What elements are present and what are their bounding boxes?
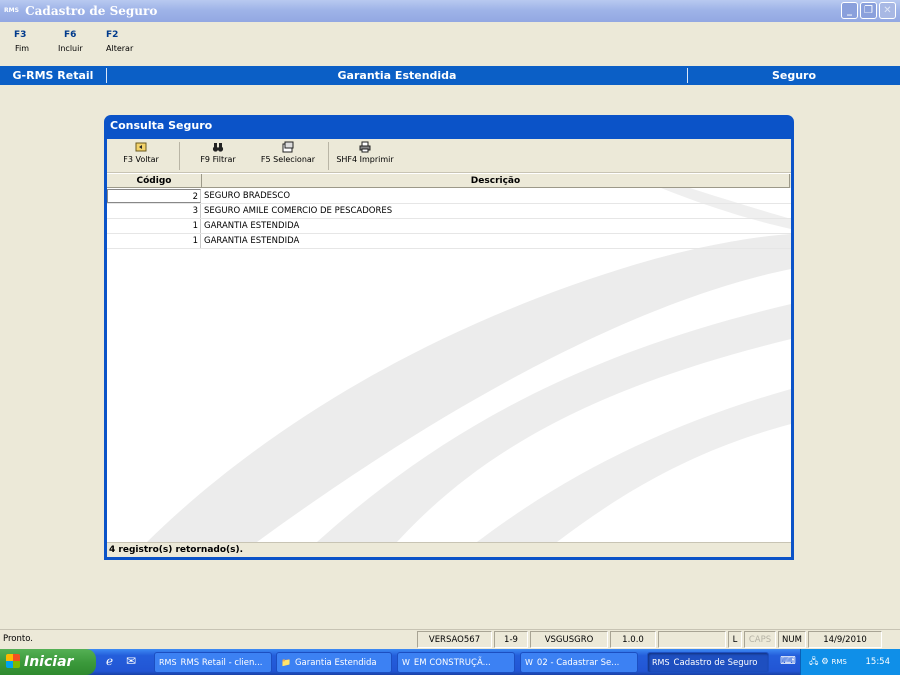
- cell-descricao: SEGURO AMILE COMERCIO DE PESCADORES: [204, 206, 393, 216]
- fkey-code: F2: [106, 30, 119, 40]
- dialog-body: F3 Voltar F9 Filtrar F5 Selecionar SHF4 …: [107, 139, 791, 557]
- results-grid[interactable]: Código Descrição 2 SEGURO BRADESCO 3 SEG…: [107, 174, 791, 542]
- table-row[interactable]: 1 GARANTIA ESTENDIDA: [107, 219, 791, 234]
- select-icon: [255, 141, 321, 155]
- back-icon: [113, 141, 169, 155]
- cell-descricao: GARANTIA ESTENDIDA: [204, 236, 300, 246]
- rms-app-icon: RMS: [4, 7, 19, 14]
- table-row[interactable]: 3 SEGURO AMILE COMERCIO DE PESCADORES: [107, 204, 791, 219]
- status-panel-build: 1.0.0: [610, 631, 656, 648]
- taskbar-item-rms-retail[interactable]: RMS RMS Retail - clien...: [154, 652, 272, 673]
- grid-header: Código Descrição: [107, 174, 791, 188]
- cell-codigo: 1: [107, 234, 201, 248]
- restore-button[interactable]: ❐: [860, 2, 877, 19]
- cell-descricao: SEGURO BRADESCO: [204, 191, 291, 201]
- cell-codigo: 2: [107, 189, 201, 203]
- windows-taskbar: Iniciar ℯ ✉ RMS RMS Retail - clien... 📁 Ga…: [0, 649, 900, 675]
- toolbar-label: F5 Selecionar: [260, 155, 316, 164]
- window-title-bar[interactable]: RMS Cadastro de Seguro _ ❐ ✕: [0, 0, 900, 22]
- status-panel-version: VERSAO567: [417, 631, 492, 648]
- printer-icon: [333, 141, 397, 155]
- fkey-label: Fim: [15, 44, 30, 53]
- internet-explorer-icon[interactable]: ℯ: [106, 654, 113, 668]
- status-panel-range: 1-9: [494, 631, 528, 648]
- status-panel-program: VSGUSGRO: [530, 631, 608, 648]
- rms-app-icon: RMS: [652, 658, 670, 667]
- clock[interactable]: 15:54: [866, 649, 891, 675]
- fkey-label: Alterar: [106, 44, 134, 53]
- taskbar-item-cadastro-de-seguro[interactable]: RMS Cadastro de Seguro: [647, 652, 769, 673]
- toolbar-separator: [179, 142, 180, 170]
- fkey-fim-button[interactable]: F3 Fim: [0, 30, 45, 62]
- task-label: Garantia Estendida: [294, 658, 377, 668]
- table-row[interactable]: 2 SEGURO BRADESCO: [107, 189, 791, 204]
- start-button[interactable]: Iniciar: [0, 649, 96, 675]
- screen-name: Seguro: [771, 69, 817, 82]
- product-name: G-RMS Retail: [12, 69, 94, 82]
- fkey-code: F6: [64, 30, 77, 40]
- status-panel-l: L: [728, 631, 742, 648]
- status-message: Pronto.: [3, 634, 33, 644]
- application-status-bar: Pronto. VERSAO567 1-9 VSGUSGRO 1.0.0 L C…: [0, 629, 900, 648]
- task-label: EM CONSTRUÇÃ...: [413, 658, 491, 668]
- cell-codigo: 3: [107, 204, 201, 218]
- rms-app-icon: RMS: [159, 658, 177, 667]
- fkey-code: F3: [14, 30, 27, 40]
- dialog-toolbar: F3 Voltar F9 Filtrar F5 Selecionar SHF4 …: [107, 139, 791, 173]
- window-title: Cadastro de Seguro: [25, 4, 158, 18]
- voltar-button[interactable]: F3 Voltar: [113, 141, 169, 164]
- taskbar-item-cadastrar-seguro-doc[interactable]: W 02 - Cadastrar Se...: [520, 652, 638, 673]
- filtrar-button[interactable]: F9 Filtrar: [193, 141, 243, 164]
- word-document-icon: W: [525, 658, 533, 667]
- rms-tray-icon: RMS: [831, 658, 847, 666]
- table-row[interactable]: 1 GARANTIA ESTENDIDA: [107, 234, 791, 249]
- task-label: 02 - Cadastrar Se...: [536, 658, 620, 668]
- outlook-express-icon[interactable]: ✉: [126, 654, 136, 668]
- toolbar-label: SHF4 Imprimir: [336, 155, 394, 164]
- fkey-incluir-button[interactable]: F6 Incluir: [45, 30, 90, 62]
- tray-icons[interactable]: 🖧 ⚙ RMS: [809, 649, 847, 675]
- status-panel-date: 14/9/2010: [808, 631, 882, 648]
- column-header-codigo[interactable]: Código: [107, 174, 202, 188]
- binoculars-icon: [193, 141, 243, 155]
- task-label: Cadastro de Seguro: [673, 658, 758, 668]
- function-key-toolbar: F3 Fim F6 Incluir F2 Alterar: [0, 30, 135, 62]
- dialog-title: Consulta Seguro: [110, 119, 213, 132]
- status-panel-num: NUM: [778, 631, 806, 648]
- minimize-button[interactable]: _: [841, 2, 858, 19]
- status-panel-caps: CAPS: [744, 631, 776, 648]
- consulta-dialog: Consulta Seguro F3 Voltar F9 Filtrar F5: [104, 115, 794, 560]
- word-document-icon: W: [402, 658, 410, 667]
- task-label: RMS Retail - clien...: [180, 658, 263, 668]
- module-header-band: G-RMS Retail Garantia Estendida Seguro: [0, 66, 900, 85]
- column-header-descricao[interactable]: Descrição: [202, 174, 790, 188]
- windows-flag-icon: [6, 654, 20, 668]
- folder-icon: 📁: [281, 658, 291, 667]
- status-panel-empty: [658, 631, 726, 648]
- taskbar-item-em-construcao[interactable]: W EM CONSTRUÇÃ...: [397, 652, 515, 673]
- fkey-label: Incluir: [58, 44, 83, 53]
- taskbar-item-garantia-estendida[interactable]: 📁 Garantia Estendida: [276, 652, 392, 673]
- module-name: Garantia Estendida: [337, 69, 457, 82]
- cell-descricao: GARANTIA ESTENDIDA: [204, 221, 300, 231]
- start-label: Iniciar: [24, 654, 74, 670]
- toolbar-separator: [328, 142, 329, 170]
- toolbar-label: F3 Voltar: [123, 155, 159, 164]
- selecionar-button[interactable]: F5 Selecionar: [255, 141, 321, 164]
- close-button[interactable]: ✕: [879, 2, 896, 19]
- system-tray: 🖧 ⚙ RMS 15:54: [800, 649, 900, 675]
- toolbar-label: F9 Filtrar: [200, 155, 236, 164]
- records-returned-status: 4 registro(s) retornado(s).: [107, 542, 791, 557]
- imprimir-button[interactable]: SHF4 Imprimir: [333, 141, 397, 164]
- fkey-alterar-button[interactable]: F2 Alterar: [90, 30, 135, 62]
- keyboard-language-icon[interactable]: ⌨: [780, 654, 796, 667]
- cell-codigo: 1: [107, 219, 201, 233]
